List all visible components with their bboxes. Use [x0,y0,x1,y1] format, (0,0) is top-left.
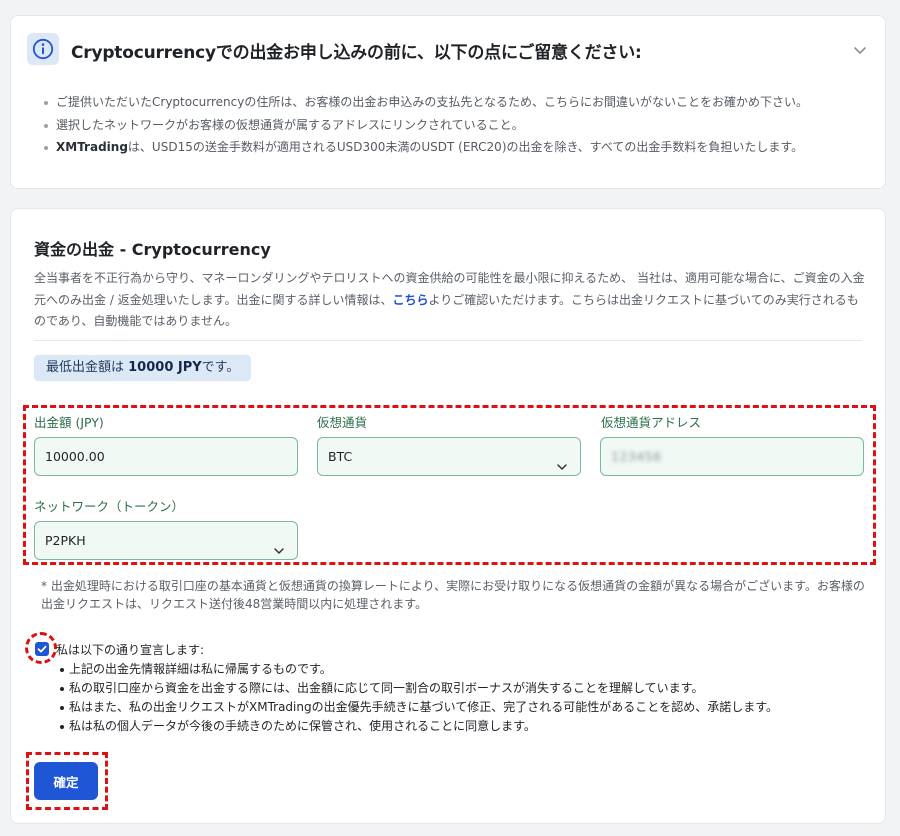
declaration-item: 私は私の個人データが今後の手続きのために保管され、使用されることに同意します。 [59,717,778,736]
network-select[interactable]: P2PKH [34,521,298,560]
withdrawal-description: 全当事者を不正行為から守り、マネーロンダリングやテロリストへの資金供給の可能性を… [34,271,865,328]
notice-header[interactable]: Cryptocurrencyでの出金お申し込みの前に、以下の点にご留意ください: [27,33,869,65]
declaration-item: 私の取引口座から資金を出金する際には、出金額に応じて同一割合の取引ボーナスが消失… [59,679,778,698]
notice-item: 選択したネットワークがお客様の仮想通貨が属するアドレスにリンクされていること。 [41,114,865,137]
network-label: ネットワーク（トークン） [34,499,185,514]
currency-label: 仮想通貨 [317,415,368,430]
address-label: 仮想通貨アドレス [601,415,702,430]
amount-input[interactable]: 10000.00 [34,437,298,476]
address-input[interactable]: 123456 [600,437,864,476]
declaration-checkbox[interactable] [35,642,49,656]
amount-label: 出金額 (JPY) [34,415,104,430]
declaration-list: 上記の出金先情報詳細は私に帰属するものです。 私の取引口座から資金を出金する際に… [59,660,778,736]
declaration-title: 私は以下の通り宣言します: [56,643,205,657]
notice-item: XMTradingは、USD15の送金手数料が適用されるUSD300未満のUSD… [41,136,865,159]
notice-card: Cryptocurrencyでの出金お申し込みの前に、以下の点にご留意ください:… [10,15,886,189]
chevron-down-icon[interactable] [853,41,867,60]
exchange-rate-note: * 出金処理時における取引口座の基本通貨と仮想通貨の換算レートにより、実際にお受… [41,579,865,611]
info-icon [27,33,59,65]
notice-title: Cryptocurrencyでの出金お申し込みの前に、以下の点にご留意ください: [71,43,642,63]
notice-list: ご提供いただいたCryptocurrencyの住所は、お客様の出金お申込みの支払… [41,91,865,159]
divider [34,340,862,341]
declaration-item: 私はまた、私の出金リクエストがXMTradingの出金優先手続きに基づいて修正、… [59,698,778,717]
checkmark-icon [37,645,47,653]
page-title: 資金の出金 - Cryptocurrency [34,240,271,259]
chevron-down-icon [273,534,285,571]
minimum-amount-badge: 最低出金額は 10000 JPYです。 [34,355,252,381]
details-link[interactable]: こちら [392,293,428,307]
declaration-item: 上記の出金先情報詳細は私に帰属するものです。 [59,660,778,679]
confirm-button[interactable]: 確定 [34,762,98,800]
notice-item: ご提供いただいたCryptocurrencyの住所は、お客様の出金お申込みの支払… [41,91,865,114]
withdrawal-card: 資金の出金 - Cryptocurrency 全当事者を不正行為から守り、マネー… [10,208,886,824]
chevron-down-icon [556,450,568,487]
currency-select[interactable]: BTC [317,437,581,476]
